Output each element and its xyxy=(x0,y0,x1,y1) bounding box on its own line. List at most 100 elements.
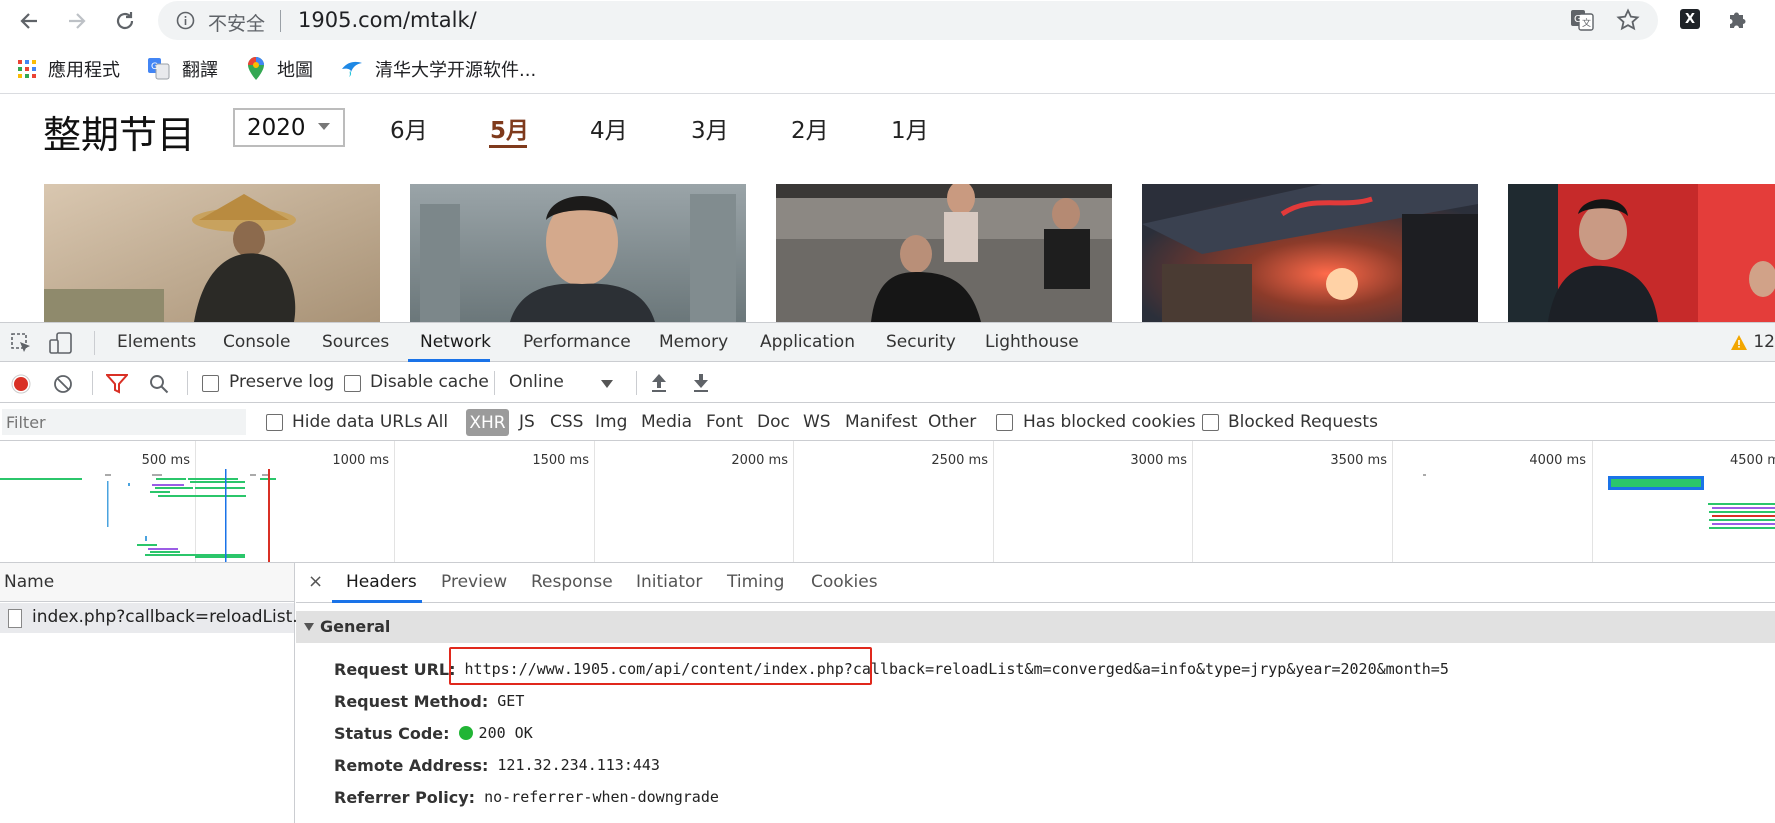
devtools-panel: Elements Console Sources Network Perform… xyxy=(0,322,1775,823)
svg-text:G: G xyxy=(151,62,158,72)
extensions-puzzle-icon[interactable] xyxy=(1726,7,1750,35)
year-select[interactable]: 2020 xyxy=(233,108,345,147)
filter-type-font[interactable]: Font xyxy=(706,412,743,432)
month-tab-6[interactable]: 6月 xyxy=(390,111,428,145)
url-text[interactable]: 1905.com/mtalk/ xyxy=(298,8,477,32)
episode-thumbnail[interactable] xyxy=(776,184,1112,322)
export-har-button[interactable] xyxy=(693,373,709,397)
episode-thumbnail[interactable] xyxy=(410,184,746,322)
request-row[interactable]: index.php?callback=reloadList... xyxy=(0,603,308,633)
dropdown-caret-icon xyxy=(318,123,330,130)
search-button[interactable] xyxy=(149,374,169,398)
remote-address-label: Remote Address: xyxy=(334,755,489,775)
blocked-requests-checkbox[interactable] xyxy=(1202,414,1219,431)
tab-cookies[interactable]: Cookies xyxy=(811,572,878,592)
import-har-button[interactable] xyxy=(651,373,667,397)
file-icon xyxy=(8,609,22,628)
toolbar-divider xyxy=(636,371,637,395)
filter-toggle-button[interactable] xyxy=(104,374,130,398)
preserve-log-label: Preserve log xyxy=(229,372,335,392)
month-tab-1[interactable]: 1月 xyxy=(891,111,929,145)
filter-type-doc[interactable]: Doc xyxy=(757,412,790,432)
extension-x-icon[interactable]: X xyxy=(1680,9,1700,29)
address-bar[interactable]: 不安全 1905.com/mtalk/ G文 xyxy=(158,1,1658,40)
tab-security[interactable]: Security xyxy=(886,332,956,352)
tab-timing[interactable]: Timing xyxy=(727,572,784,592)
blocked-requests-label: Blocked Requests xyxy=(1228,412,1378,432)
device-toolbar-icon[interactable] xyxy=(49,332,73,358)
close-icon[interactable]: × xyxy=(308,571,323,592)
request-url-label: Request URL: xyxy=(334,659,456,679)
bookmark-apps[interactable]: 應用程式 xyxy=(18,57,120,81)
throttling-select[interactable]: Online xyxy=(509,369,617,397)
filter-type-all[interactable]: All xyxy=(427,412,448,432)
dropdown-caret-icon xyxy=(601,380,613,388)
apps-grid-icon xyxy=(18,60,36,78)
bookmark-tsinghua[interactable]: 清华大学开源软件... xyxy=(341,57,536,81)
filter-type-manifest[interactable]: Manifest xyxy=(845,412,918,432)
network-toolbar: Preserve log Disable cache Online xyxy=(0,363,1775,403)
filter-type-media[interactable]: Media xyxy=(641,412,692,432)
tab-headers[interactable]: Headers xyxy=(346,572,417,592)
tab-preview[interactable]: Preview xyxy=(441,572,507,592)
referrer-policy-label: Referrer Policy: xyxy=(334,787,476,807)
filter-type-js[interactable]: JS xyxy=(519,412,535,432)
disable-cache-checkbox[interactable] xyxy=(344,375,361,392)
record-button[interactable] xyxy=(11,374,31,398)
download-icon xyxy=(694,374,708,392)
tab-elements[interactable]: Elements xyxy=(117,332,196,352)
filter-type-other[interactable]: Other xyxy=(928,412,976,432)
filter-type-xhr[interactable]: XHR xyxy=(466,409,509,436)
status-code-label: Status Code: xyxy=(334,723,450,743)
forward-button[interactable] xyxy=(60,4,94,38)
tab-network[interactable]: Network xyxy=(420,332,491,352)
name-column-header[interactable]: Name xyxy=(0,563,294,602)
details-tab-bar: × Headers Preview Response Initiator Tim… xyxy=(296,563,1775,603)
filter-type-css[interactable]: CSS xyxy=(550,412,583,432)
month-tab-5[interactable]: 5月 xyxy=(490,111,529,145)
warning-count: 12 xyxy=(1753,332,1775,352)
warnings-counter[interactable]: 12 xyxy=(1731,332,1775,352)
tab-application[interactable]: Application xyxy=(760,332,855,352)
month-tab-2[interactable]: 2月 xyxy=(791,111,829,145)
referrer-policy-value: no-referrer-when-downgrade xyxy=(484,788,719,806)
general-section-header[interactable]: General xyxy=(296,611,1775,643)
bookmark-star-icon[interactable] xyxy=(1616,8,1640,36)
has-blocked-cookies-checkbox[interactable] xyxy=(996,414,1013,431)
toolbar-divider xyxy=(494,371,495,395)
tab-console[interactable]: Console xyxy=(223,332,291,352)
tab-lighthouse[interactable]: Lighthouse xyxy=(985,332,1079,352)
tab-response[interactable]: Response xyxy=(531,572,613,592)
episode-thumbnail[interactable] xyxy=(1508,184,1775,322)
inspect-element-icon[interactable] xyxy=(10,332,32,358)
month-tab-4[interactable]: 4月 xyxy=(590,111,628,145)
info-icon[interactable] xyxy=(176,11,195,34)
episode-thumbnail[interactable] xyxy=(44,184,380,322)
collapse-triangle-icon xyxy=(304,623,314,631)
toolbar-divider xyxy=(187,371,188,395)
back-button[interactable] xyxy=(12,4,46,38)
hide-data-urls-checkbox[interactable] xyxy=(266,414,283,431)
status-code-value: 200 OK xyxy=(478,724,533,742)
bookmark-maps[interactable]: 地圖 xyxy=(247,57,313,81)
devtools-tab-bar: Elements Console Sources Network Perform… xyxy=(0,323,1775,362)
translate-icon[interactable]: G文 xyxy=(1570,9,1594,35)
tab-memory[interactable]: Memory xyxy=(659,332,728,352)
tab-sources[interactable]: Sources xyxy=(322,332,389,352)
svg-text:文: 文 xyxy=(1582,17,1591,29)
reload-button[interactable] xyxy=(108,4,142,38)
filter-input[interactable] xyxy=(2,409,246,435)
filter-funnel-icon xyxy=(104,374,130,394)
episode-thumbnail[interactable] xyxy=(1142,184,1478,322)
status-ok-icon xyxy=(458,726,473,740)
clear-button[interactable] xyxy=(53,374,73,398)
filter-type-img[interactable]: Img xyxy=(595,412,627,432)
network-overview-timeline[interactable]: 500 ms 1000 ms 1500 ms 2000 ms 2500 ms 3… xyxy=(0,441,1775,563)
preserve-log-checkbox[interactable] xyxy=(202,375,219,392)
filter-type-ws[interactable]: WS xyxy=(803,412,831,432)
tab-performance[interactable]: Performance xyxy=(523,332,631,352)
bookmark-translate[interactable]: G 翻譯 xyxy=(148,57,218,81)
month-tab-3[interactable]: 3月 xyxy=(691,111,729,145)
tab-initiator[interactable]: Initiator xyxy=(636,572,702,592)
status-code-row: Status Code: 200 OK xyxy=(334,721,533,745)
